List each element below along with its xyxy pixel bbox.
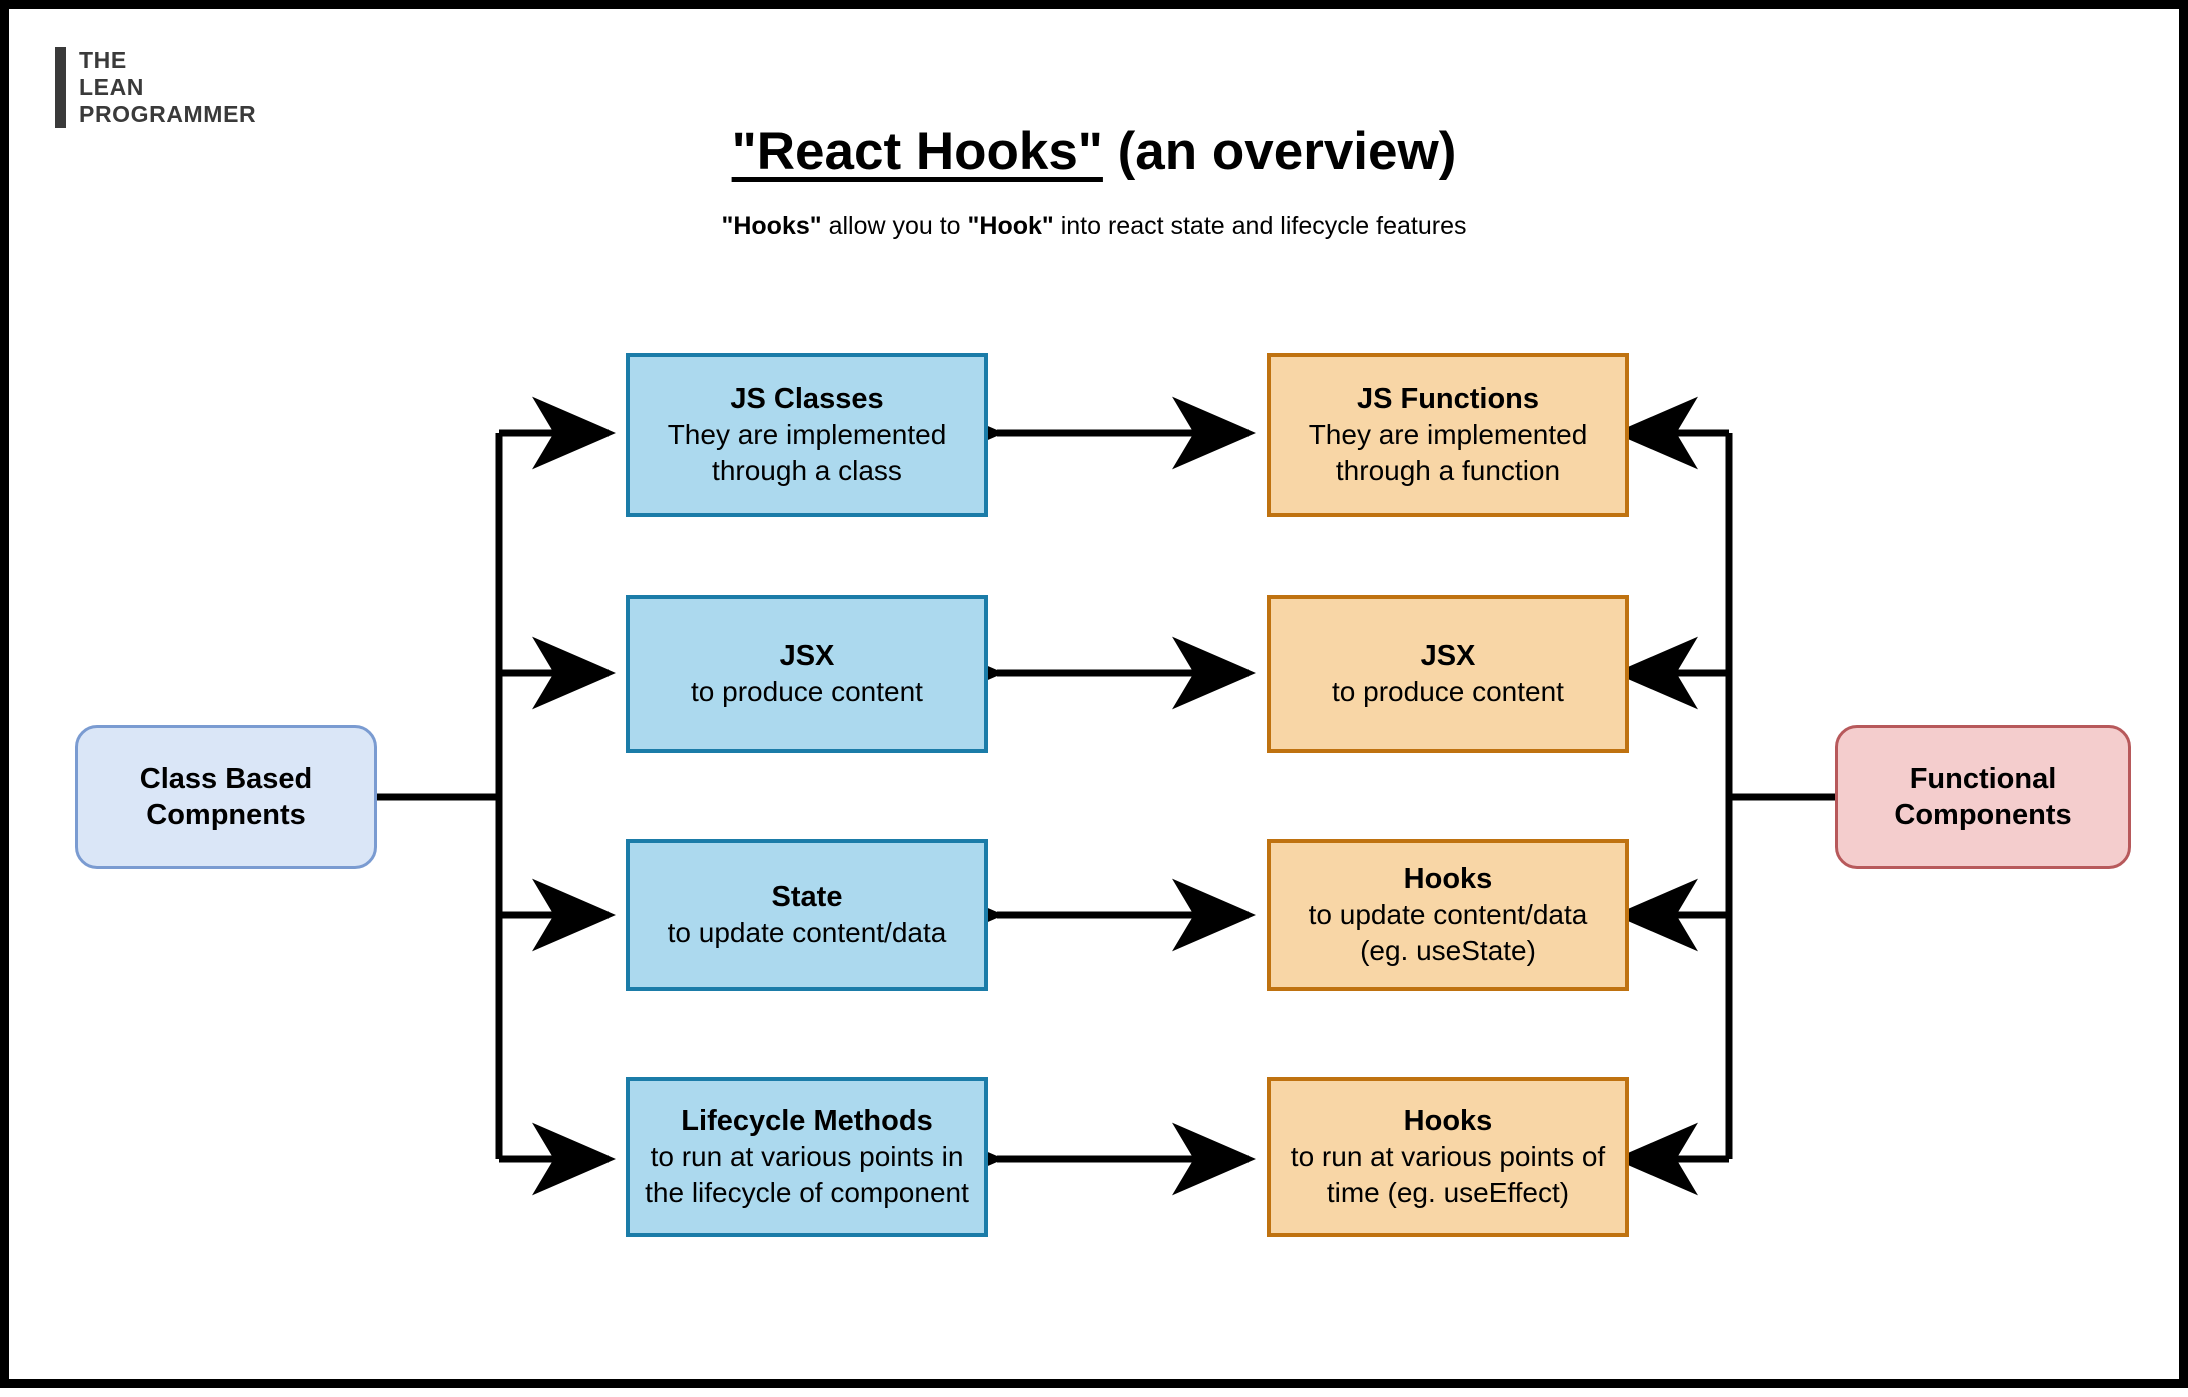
hooks-usestate-line-1: to update content/data	[1308, 899, 1588, 930]
jsx-left-line-1: to produce content	[691, 676, 923, 707]
node-js-classes[interactable]: JS Classes They are implemented through …	[626, 353, 988, 517]
js-classes-line-1: They are implemented	[667, 419, 947, 450]
hooks-useeffect-line-2: time (eg. useEffect)	[1326, 1177, 1570, 1208]
lifecycle-line-2: the lifecycle of component	[645, 1177, 969, 1208]
jsx-left-title: JSX	[779, 640, 835, 672]
jsx-right-line-1: to produce content	[1332, 676, 1564, 707]
node-hooks-usestate[interactable]: Hooks to update content/data (eg. useSta…	[1267, 839, 1629, 991]
hooks-usestate-line-2: (eg. useState)	[1360, 935, 1536, 966]
node-jsx-right[interactable]: JSX to produce content	[1267, 595, 1629, 753]
node-functional-components[interactable]: Functional Components	[1835, 725, 2131, 869]
node-jsx-left[interactable]: JSX to produce content	[626, 595, 988, 753]
left-bus-wires	[377, 396, 616, 1196]
functional-line-1: Functional	[1909, 763, 2057, 795]
node-js-functions[interactable]: JS Functions They are implemented throug…	[1267, 353, 1629, 517]
row-bidirectional-wires	[920, 396, 1256, 1196]
node-hooks-useeffect[interactable]: Hooks to run at various points of time (…	[1267, 1077, 1629, 1237]
connector-layer	[377, 396, 1835, 1196]
node-lifecycle-methods[interactable]: Lifecycle Methods to run at various poin…	[626, 1077, 988, 1237]
lifecycle-title: Lifecycle Methods	[681, 1105, 933, 1137]
js-functions-title: JS Functions	[1356, 383, 1540, 415]
state-line-1: to update content/data	[667, 917, 947, 948]
right-bus-wires	[1614, 396, 1835, 1196]
node-state[interactable]: State to update content/data	[626, 839, 988, 991]
hooks-useeffect-title: Hooks	[1403, 1105, 1493, 1137]
diagram-canvas: THE LEAN PROGRAMMER "React Hooks" (an ov…	[0, 0, 2188, 1388]
js-classes-line-2: through a class	[712, 455, 902, 486]
class-based-line-1: Class Based	[139, 763, 313, 795]
jsx-right-title: JSX	[1420, 640, 1476, 672]
hooks-useeffect-line-1: to run at various points of	[1290, 1141, 1606, 1172]
js-functions-line-2: through a function	[1335, 455, 1561, 486]
js-classes-title: JS Classes	[730, 383, 884, 415]
class-based-line-2: Compnents	[146, 799, 306, 831]
lifecycle-line-1: to run at various points in	[650, 1141, 964, 1172]
node-class-based-components[interactable]: Class Based Compnents	[75, 725, 377, 869]
js-functions-line-1: They are implemented	[1308, 419, 1588, 450]
hooks-usestate-title: Hooks	[1403, 863, 1493, 895]
functional-line-2: Components	[1894, 799, 2072, 831]
state-title: State	[771, 881, 843, 913]
